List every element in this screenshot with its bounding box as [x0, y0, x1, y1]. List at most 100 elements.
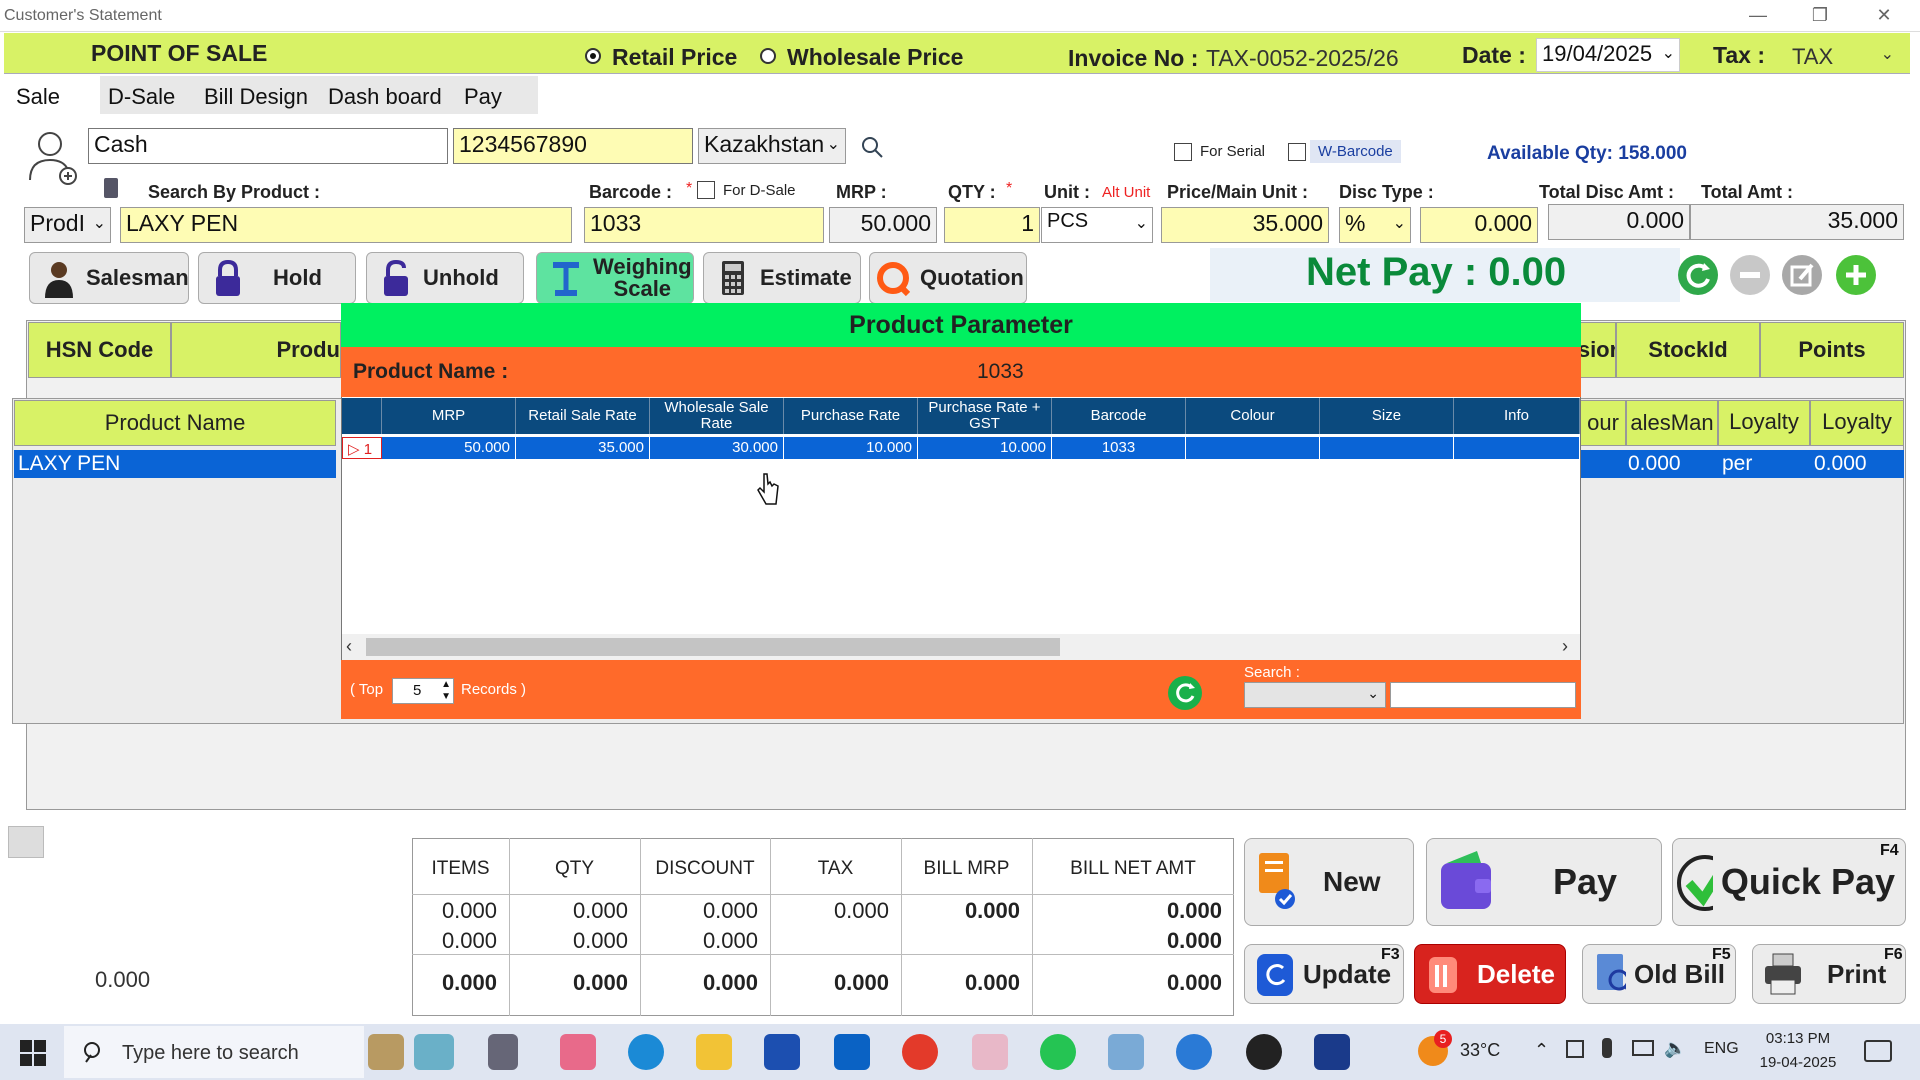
disc-type-select[interactable]: % ⌄	[1339, 207, 1411, 243]
delete-button[interactable]: Delete	[1414, 944, 1566, 1004]
barcode-cell[interactable]: 1033	[1052, 437, 1186, 459]
taskbar-search-box[interactable]: Type here to search	[64, 1026, 364, 1078]
update-button[interactable]: Update	[1244, 944, 1404, 1004]
store-icon[interactable]	[764, 1034, 800, 1070]
weighing-scale-button[interactable]: Weighing Scale	[536, 252, 694, 304]
search-field-select[interactable]: ⌄	[1244, 682, 1386, 708]
chevron-down-icon: ⌄	[1392, 215, 1406, 232]
pay-button[interactable]: Pay	[1426, 838, 1662, 926]
notification-icon[interactable]	[1864, 1040, 1892, 1062]
tab-bill-design[interactable]: Bill Design	[196, 76, 320, 114]
taskbar-app-icon[interactable]	[414, 1034, 454, 1070]
unit-select[interactable]: PCS ⌄	[1041, 207, 1153, 243]
taskbar-app-icon[interactable]	[1246, 1034, 1282, 1070]
task-view-icon[interactable]	[488, 1034, 518, 1070]
scroll-left-icon[interactable]: ‹	[346, 636, 352, 657]
date-picker[interactable]: 19/04/2025 ⌄	[1536, 38, 1680, 72]
mrp-cell[interactable]: 50.000	[382, 437, 516, 459]
language-indicator[interactable]: ENG	[1704, 1040, 1739, 1058]
close-button[interactable]: ✕	[1854, 0, 1914, 32]
new-button[interactable]: New	[1244, 838, 1414, 926]
colour-cell[interactable]	[1186, 437, 1320, 459]
unhold-button[interactable]: Unhold	[366, 252, 524, 304]
taskbar-app-icon[interactable]	[368, 1034, 404, 1070]
file-explorer-icon[interactable]	[696, 1034, 732, 1070]
minimize-button[interactable]: —	[1728, 0, 1788, 32]
dialog-search-input[interactable]	[1390, 682, 1576, 708]
add-icon[interactable]	[1836, 255, 1876, 295]
row-cell: 0.000	[1814, 452, 1867, 475]
windows-start-icon[interactable]	[20, 1040, 46, 1066]
purchase-gst-cell[interactable]: 10.000	[918, 437, 1052, 459]
barcode-input[interactable]: 1033	[584, 207, 824, 243]
outlook-icon[interactable]	[834, 1034, 870, 1070]
mrp-input[interactable]: 50.000	[829, 207, 937, 243]
display-icon[interactable]	[1632, 1040, 1654, 1056]
qty-value: 0.000	[572, 898, 628, 923]
restore-button[interactable]: ❐	[1790, 0, 1850, 32]
product-name-value: 1033	[977, 360, 1024, 383]
edge-icon[interactable]	[628, 1034, 664, 1070]
refresh-icon[interactable]	[1678, 255, 1718, 295]
alt-unit-link[interactable]: Alt Unit	[1102, 184, 1150, 201]
tab-pay[interactable]: Pay	[456, 76, 538, 114]
search-icon[interactable]	[860, 135, 884, 159]
estimate-button[interactable]: Estimate	[703, 252, 861, 304]
price-label: Price/Main Unit :	[1167, 182, 1309, 202]
print-button[interactable]: Print	[1752, 944, 1906, 1004]
disc-value-input[interactable]: 0.000	[1420, 207, 1538, 243]
product-search-input[interactable]: LAXY PEN	[120, 207, 572, 243]
info-cell[interactable]	[1454, 437, 1580, 459]
whatsapp-icon[interactable]	[1040, 1034, 1076, 1070]
add-customer-icon[interactable]	[24, 128, 80, 188]
customer-phone-input[interactable]: 1234567890	[453, 128, 693, 164]
retail-rate-cell[interactable]: 35.000	[516, 437, 650, 459]
chevron-up-icon[interactable]: ⌃	[1534, 1040, 1549, 1061]
quotation-button[interactable]: Quotation	[869, 252, 1027, 304]
taskbar-app-icon[interactable]	[1108, 1034, 1144, 1070]
country-select[interactable]: Kazakhstan ⌄	[698, 128, 846, 164]
pos-app-icon[interactable]	[1314, 1034, 1350, 1070]
purchase-rate-cell[interactable]: 10.000	[784, 437, 918, 459]
top-records-spinner[interactable]: 5 ▲ ▼	[392, 678, 454, 704]
unlock-icon	[384, 259, 408, 296]
qty-input[interactable]: 1	[944, 207, 1040, 243]
reload-icon[interactable]	[1168, 676, 1202, 710]
network-icon[interactable]	[1566, 1040, 1584, 1058]
tab-sale[interactable]: Sale	[4, 76, 96, 114]
price-input[interactable]: 35.000	[1161, 207, 1329, 243]
spinner-arrows-icon[interactable]: ▲ ▼	[441, 679, 451, 703]
search-mode-select[interactable]: ProdІ ⌄	[24, 207, 111, 243]
tax-select[interactable]: TAX ⌄	[1782, 38, 1900, 72]
size-cell[interactable]	[1320, 437, 1454, 459]
clock-date[interactable]: 19-04-2025	[1758, 1054, 1838, 1071]
w-barcode-checkbox[interactable]	[1288, 143, 1306, 161]
wholesale-price-radio[interactable]	[760, 48, 776, 64]
taskbar-app-icon[interactable]	[1176, 1034, 1212, 1070]
chrome-icon[interactable]	[902, 1034, 938, 1070]
temperature: 33°C	[1460, 1040, 1501, 1060]
salesman-header: alesMan	[1626, 400, 1718, 446]
copilot-icon[interactable]	[560, 1034, 596, 1070]
for-serial-checkbox[interactable]	[1174, 143, 1192, 161]
tab-dsale[interactable]: D-Sale	[100, 76, 196, 114]
microphone-icon[interactable]	[1602, 1038, 1612, 1058]
bill-net-amt-header: BILL NET AMT	[1070, 858, 1196, 879]
customer-name-input[interactable]: Cash	[88, 128, 448, 164]
retail-price-radio[interactable]	[585, 48, 601, 64]
for-dsale-checkbox[interactable]	[697, 181, 715, 199]
snipping-tool-icon[interactable]	[972, 1034, 1008, 1070]
hold-button[interactable]: Hold	[198, 252, 356, 304]
remove-icon[interactable]	[1730, 255, 1770, 295]
table-row[interactable]: LAXY PEN	[14, 450, 336, 478]
scrollbar-thumb[interactable]	[366, 638, 1060, 656]
clock-time[interactable]: 03:13 PM	[1758, 1030, 1838, 1047]
edit-icon[interactable]	[1782, 255, 1822, 295]
salesman-button[interactable]: Salesman	[29, 252, 189, 304]
wholesale-rate-cell[interactable]: 30.000	[650, 437, 784, 459]
scroll-right-icon[interactable]: ›	[1562, 636, 1568, 657]
quick-pay-button[interactable]: Quick Pay	[1672, 838, 1906, 926]
volume-icon[interactable]: 🔈	[1664, 1038, 1686, 1059]
total-disc-field: 0.000	[1548, 204, 1690, 240]
tab-dashboard[interactable]: Dash board	[320, 76, 456, 114]
